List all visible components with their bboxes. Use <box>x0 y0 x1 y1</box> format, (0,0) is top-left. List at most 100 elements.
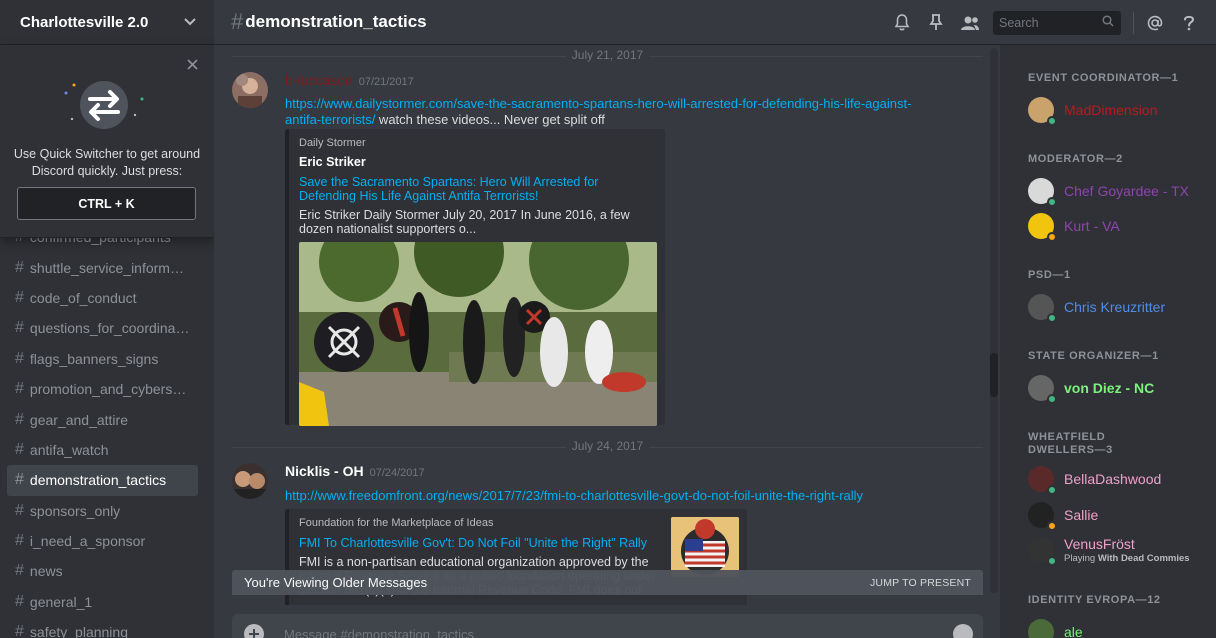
channel-sidebar: Charlottesville 2.0 #confirmed_participa… <box>0 0 214 638</box>
toolbar-divider <box>1133 11 1134 34</box>
member-item[interactable]: Chef Goyardee - TX <box>1028 174 1208 208</box>
member-item[interactable]: ale <box>1028 615 1208 638</box>
status-indicator <box>1047 521 1057 531</box>
member-avatar <box>1028 502 1057 531</box>
date-divider: July 24, 2017 <box>232 439 983 453</box>
quick-switcher-popup: Use Quick Switcher to get around Discord… <box>0 45 214 238</box>
chevron-down-icon[interactable] <box>184 15 196 29</box>
member-avatar <box>1028 466 1057 495</box>
member-item[interactable]: Sallie <box>1028 498 1208 532</box>
jump-to-present-button[interactable]: JUMP TO PRESENT <box>870 577 971 589</box>
channel-item[interactable]: # general_1 <box>7 587 198 617</box>
pin-icon[interactable] <box>919 8 953 38</box>
hash-icon: # <box>15 501 24 519</box>
embed-title[interactable]: Save the Sacramento Spartans: Hero Will … <box>299 175 655 203</box>
channel-item[interactable]: # news <box>7 556 198 586</box>
channel-item[interactable]: # promotion_and_cyberstr... <box>7 374 198 404</box>
role-header: WHEATFIELD DWELLERS—3 <box>1028 431 1113 456</box>
channel-item[interactable]: # antifa_watch <box>7 435 198 465</box>
channel-name: antifa_watch <box>29 441 109 458</box>
role-header: EVENT COORDINATOR—1 <box>1028 72 1179 84</box>
channel-item[interactable]: # code_of_conduct <box>7 283 198 313</box>
server-header[interactable]: Charlottesville 2.0 <box>0 0 214 45</box>
help-icon[interactable] <box>1172 8 1206 38</box>
embed-thumbnail[interactable] <box>671 517 739 577</box>
older-messages-bar[interactable]: You're Viewing Older Messages JUMP TO PR… <box>232 570 983 595</box>
member-avatar <box>1028 97 1057 126</box>
member-name: Kurt - VA <box>1064 218 1120 234</box>
embed-image[interactable] <box>299 242 657 426</box>
close-icon[interactable] <box>187 57 198 74</box>
channel-name: news <box>29 563 63 580</box>
scrollbar-thumb[interactable] <box>990 353 998 397</box>
bell-icon[interactable] <box>885 8 919 38</box>
embed-title[interactable]: FMI To Charlottesville Gov't: Do Not Foi… <box>299 536 667 550</box>
mention-icon[interactable] <box>1138 8 1172 38</box>
channel-item[interactable]: # gear_and_attire <box>7 404 198 434</box>
status-indicator <box>1047 232 1057 242</box>
discord-window: Charlottesville 2.0 #confirmed_participa… <box>0 0 1216 638</box>
member-item[interactable]: VenusFröst Playing With Dead Commies <box>1028 533 1208 567</box>
member-name: VenusFröst <box>1064 536 1135 552</box>
scrollbar-track[interactable] <box>990 48 998 593</box>
hash-icon: # <box>15 258 24 276</box>
date-divider-label: July 21, 2017 <box>565 48 650 62</box>
username[interactable]: b-luccason <box>285 72 353 88</box>
hash-icon: # <box>15 532 24 550</box>
member-name: von Diez - NC <box>1064 380 1155 396</box>
embed-provider: Daily Stormer <box>299 137 366 149</box>
channel-name: shuttle_service_informat... <box>29 259 190 276</box>
message-input[interactable] <box>284 626 924 638</box>
swap-arrows-icon <box>60 75 150 135</box>
add-attachment-button[interactable] <box>244 624 264 638</box>
avatar[interactable] <box>232 72 268 108</box>
channel-item[interactable]: # flags_banners_signs <box>7 344 198 374</box>
channel-item[interactable]: # shuttle_service_informat... <box>7 252 198 282</box>
channel-name: general_1 <box>29 593 93 610</box>
older-messages-label: You're Viewing Older Messages <box>244 575 428 590</box>
search-input[interactable] <box>999 15 1091 30</box>
member-name: Chris Kreuzritter <box>1064 299 1166 315</box>
member-item[interactable]: von Diez - NC <box>1028 371 1208 405</box>
hash-icon: # <box>15 410 24 428</box>
hash-icon: # <box>231 9 244 34</box>
message-text: watch these videos... Never get split of… <box>375 112 605 127</box>
avatar[interactable] <box>232 463 268 499</box>
channel-name: flags_banners_signs <box>29 350 159 367</box>
channel-name: sponsors_only <box>29 502 121 519</box>
role-header: IDENTITY EVROPA—12 <box>1028 594 1161 606</box>
channel-item[interactable]: # questions_for_coordinat... <box>7 313 198 343</box>
emoji-icon[interactable] <box>953 624 973 638</box>
search-box[interactable] <box>993 10 1121 35</box>
member-item[interactable]: MadDimension <box>1028 93 1208 127</box>
username[interactable]: Nicklis - OH <box>285 463 364 479</box>
member-list: EVENT COORDINATOR—1 MadDimension MODERAT… <box>1000 45 1216 638</box>
member-name: BellaDashwood <box>1064 471 1162 487</box>
member-item[interactable]: Chris Kreuzritter <box>1028 290 1208 324</box>
embed-description: Eric Striker Daily Stormer July 20, 2017… <box>299 208 630 236</box>
shortcut-key-button[interactable]: CTRL + K <box>17 187 196 220</box>
member-item[interactable]: Kurt - VA <box>1028 209 1208 243</box>
role-header: MODERATOR—2 <box>1028 153 1123 165</box>
channel-item[interactable]: # sponsors_only <box>7 496 198 526</box>
role-header: STATE ORGANIZER—1 <box>1028 350 1159 362</box>
message-link[interactable]: http://www.freedomfront.org/news/2017/7/… <box>285 488 863 503</box>
hash-icon: # <box>15 562 24 580</box>
hash-icon: # <box>15 319 24 337</box>
hash-icon: # <box>15 349 24 367</box>
status-indicator <box>1047 116 1057 126</box>
hash-icon: # <box>15 471 24 489</box>
channel-name: promotion_and_cyberstr... <box>29 381 190 398</box>
embed-provider: Foundation for the Marketplace of Ideas <box>299 517 494 529</box>
members-icon[interactable] <box>953 8 987 38</box>
channel-item[interactable]: # safety_planning <box>7 617 198 638</box>
channel-name: gear_and_attire <box>29 411 128 428</box>
date-divider-label: July 24, 2017 <box>565 439 650 453</box>
channel-name: questions_for_coordinat... <box>29 320 190 337</box>
member-avatar <box>1028 375 1057 404</box>
member-item[interactable]: BellaDashwood <box>1028 462 1208 496</box>
message-list[interactable]: July 21, 2017 b-luccason 07/21/2017 http… <box>214 45 1000 605</box>
message-header: b-luccason 07/21/2017 <box>285 72 414 88</box>
channel-item[interactable]: # i_need_a_sponsor <box>7 526 198 556</box>
channel-item-active[interactable]: # demonstration_tactics <box>7 465 198 496</box>
